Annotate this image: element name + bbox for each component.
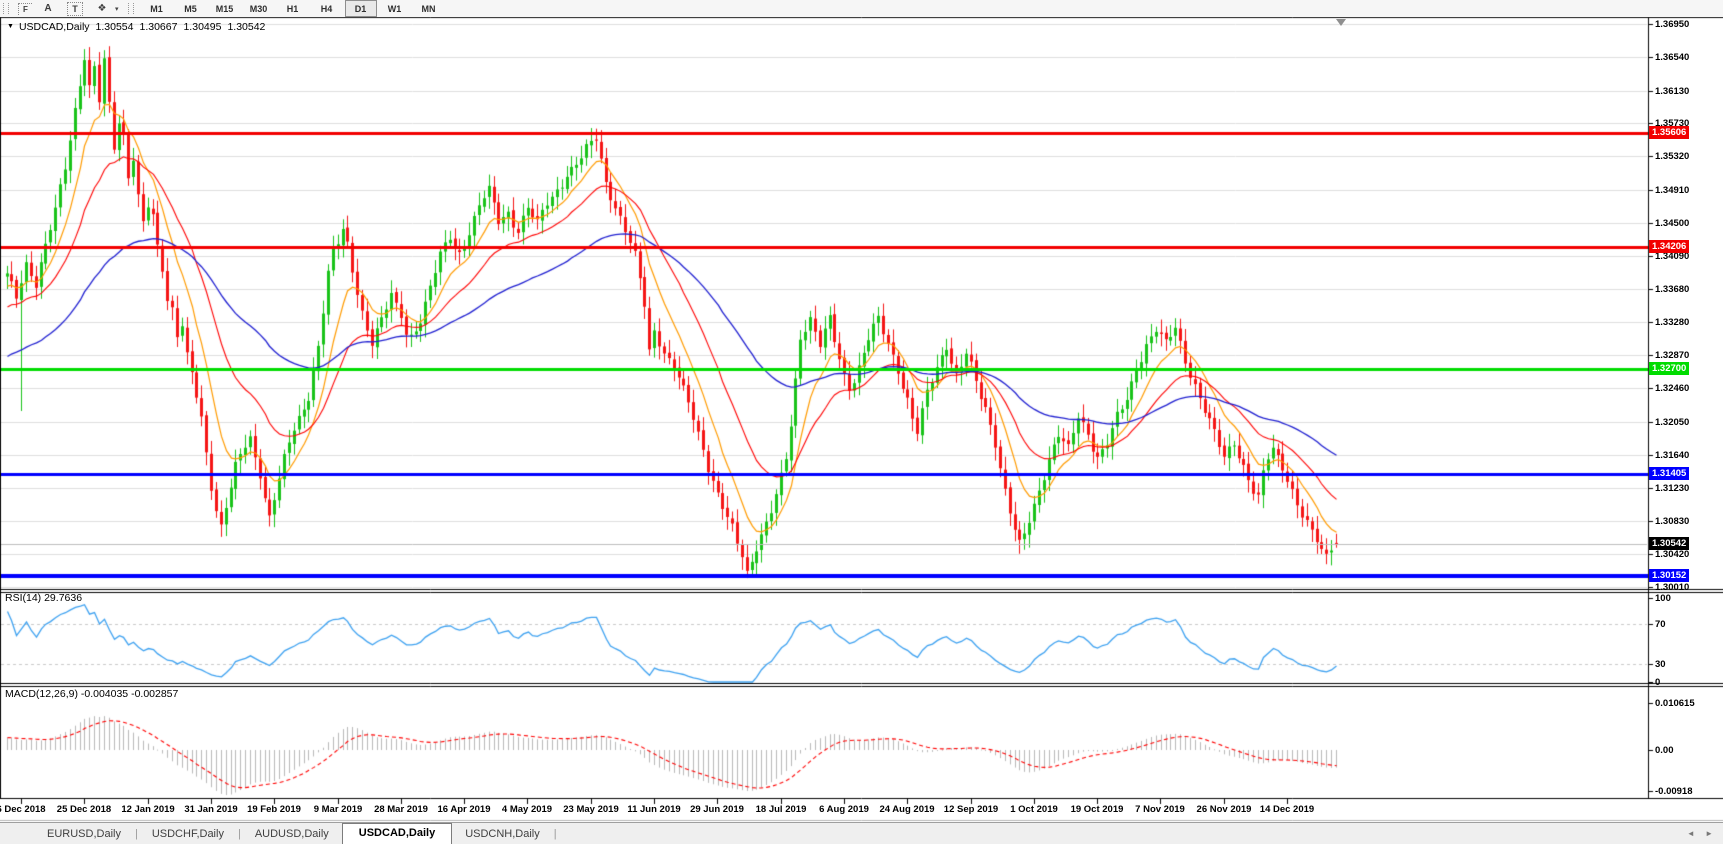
draw-text-label-tool-button[interactable]: T xyxy=(67,2,83,16)
line-price-label: 1.30152 xyxy=(1649,569,1689,582)
current-price-label: 1.30542 xyxy=(1649,537,1689,550)
date-axis-label[interactable]: 19 Feb 2019 xyxy=(247,804,301,815)
price-tick-label: 1.31640 xyxy=(1655,450,1689,461)
price-tick-label: 1.30420 xyxy=(1655,549,1689,560)
timeframe-button-m5[interactable]: M5 xyxy=(175,0,207,17)
date-axis-label[interactable]: 28 Mar 2019 xyxy=(374,804,428,815)
date-axis-label[interactable]: 12 Sep 2019 xyxy=(944,804,998,815)
date-axis-label[interactable]: 6 Dec 2018 xyxy=(0,804,46,815)
tab-audusd[interactable]: AUDUSD,Daily xyxy=(242,825,342,844)
date-axis-label[interactable]: 6 Aug 2019 xyxy=(819,804,869,815)
draw-text-tool-button[interactable]: A xyxy=(38,2,58,16)
line-price-label: 1.34206 xyxy=(1649,240,1689,253)
arrows-tool-button[interactable]: ❖ xyxy=(92,2,112,16)
tab-scroll-arrows: ◄ ► xyxy=(1679,829,1713,838)
price-tick-label: 1.32460 xyxy=(1655,383,1689,394)
toolbar-drag-handle-2[interactable] xyxy=(128,3,134,14)
tab-scroll-right-button[interactable]: ► xyxy=(1705,829,1713,838)
chart-symbol-period: USDCAD,Daily xyxy=(19,21,90,33)
price-tick-label: 1.31230 xyxy=(1655,483,1689,494)
tab-eurusd[interactable]: EURUSD,Daily xyxy=(34,825,134,844)
line-price-label: 1.32700 xyxy=(1649,362,1689,375)
line-price-label: 1.31405 xyxy=(1649,467,1689,480)
arrows-dropdown-caret[interactable]: ▾ xyxy=(115,5,119,13)
timeframe-button-m1[interactable]: M1 xyxy=(141,0,173,17)
chart-tab-bar: EURUSD,Daily|USDCHF,Daily|AUDUSD,DailyUS… xyxy=(0,822,1723,844)
line-studies-group: FAT ❖▾ xyxy=(15,2,125,16)
rsi-scale-label: 0 xyxy=(1655,677,1660,688)
date-axis-label[interactable]: 14 Dec 2019 xyxy=(1260,804,1314,815)
date-axis-label[interactable]: 25 Dec 2018 xyxy=(57,804,111,815)
date-axis-label[interactable]: 1 Oct 2019 xyxy=(1010,804,1058,815)
ohlc-open: 1.30554 xyxy=(96,21,134,33)
tab-usdcad[interactable]: USDCAD,Daily xyxy=(342,823,452,844)
ohlc-high: 1.30667 xyxy=(140,21,178,33)
macd-scale-label: 0.010615 xyxy=(1655,698,1695,709)
timeframe-button-w1[interactable]: W1 xyxy=(379,0,411,17)
chart-collapse-icon[interactable]: ▼ xyxy=(7,23,14,30)
toolbar-drag-handle[interactable] xyxy=(3,3,9,14)
timeframe-button-h1[interactable]: H1 xyxy=(277,0,309,17)
ohlc-close: 1.30542 xyxy=(227,21,265,33)
tab-usdcnh[interactable]: USDCNH,Daily xyxy=(452,825,553,844)
price-tick-label: 1.32870 xyxy=(1655,350,1689,361)
price-tick-label: 1.32050 xyxy=(1655,417,1689,428)
rsi-scale-label: 30 xyxy=(1655,659,1666,670)
date-axis-label[interactable]: 9 Mar 2019 xyxy=(314,804,363,815)
price-tick-label: 1.34500 xyxy=(1655,218,1689,229)
timeframe-button-mn[interactable]: MN xyxy=(413,0,445,17)
macd-indicator-label: MACD(12,26,9) -0.004035 -0.002857 xyxy=(5,688,178,700)
date-axis-label[interactable]: 11 Jun 2019 xyxy=(627,804,680,815)
price-tick-label: 1.30830 xyxy=(1655,516,1689,527)
toolbar: FAT ❖▾ M1M5M15M30H1H4D1W1MN xyxy=(0,0,1723,17)
macd-scale-label: 0.00 xyxy=(1655,745,1674,756)
date-axis-label[interactable]: 7 Nov 2019 xyxy=(1135,804,1185,815)
chart-title: ▼ USDCAD,Daily 1.30554 1.30667 1.30495 1.3054… xyxy=(7,21,271,33)
price-tick-label: 1.34910 xyxy=(1655,185,1689,196)
date-axis-label[interactable]: 26 Nov 2019 xyxy=(1197,804,1252,815)
tab-usdchf[interactable]: USDCHF,Daily xyxy=(139,825,237,844)
price-tick-label: 1.35320 xyxy=(1655,151,1689,162)
price-tick-label: 1.33280 xyxy=(1655,317,1689,328)
line-price-label: 1.35606 xyxy=(1649,126,1689,139)
ohlc-low: 1.30495 xyxy=(183,21,221,33)
timeframe-button-m15[interactable]: M15 xyxy=(209,0,241,17)
timeframe-button-d1[interactable]: D1 xyxy=(345,0,377,17)
rsi-scale-label: 100 xyxy=(1655,593,1671,604)
price-tick-label: 1.33680 xyxy=(1655,284,1689,295)
date-axis-label[interactable]: 31 Jan 2019 xyxy=(184,804,237,815)
date-axis-label[interactable]: 16 Apr 2019 xyxy=(438,804,491,815)
tab-separator: | xyxy=(553,828,558,844)
date-axis-label[interactable]: 4 May 2019 xyxy=(502,804,552,815)
price-tick-label: 1.36950 xyxy=(1655,19,1689,30)
price-tick-label: 1.36540 xyxy=(1655,52,1689,63)
fibonacci-retracement-tool-button[interactable]: F xyxy=(18,3,32,15)
timeframe-button-h4[interactable]: H4 xyxy=(311,0,343,17)
macd-scale-label: -0.00918 xyxy=(1655,786,1693,797)
timeframes-group: M1M5M15M30H1H4D1W1MN xyxy=(140,0,446,17)
price-tick-label: 1.36130 xyxy=(1655,86,1689,97)
price-chart-canvas[interactable] xyxy=(0,0,1723,844)
chart-shift-marker[interactable] xyxy=(1336,19,1346,26)
price-tick-label: 1.30010 xyxy=(1655,582,1689,593)
date-axis-label[interactable]: 29 Jun 2019 xyxy=(690,804,744,815)
timeframe-button-m30[interactable]: M30 xyxy=(243,0,275,17)
rsi-scale-label: 70 xyxy=(1655,619,1666,630)
rsi-indicator-label: RSI(14) 29.7636 xyxy=(5,592,82,604)
date-axis-label[interactable]: 18 Jul 2019 xyxy=(756,804,807,815)
date-axis-label[interactable]: 23 May 2019 xyxy=(563,804,618,815)
date-axis-label[interactable]: 12 Jan 2019 xyxy=(121,804,174,815)
date-axis-label[interactable]: 24 Aug 2019 xyxy=(879,804,934,815)
date-axis-label[interactable]: 19 Oct 2019 xyxy=(1071,804,1124,815)
tab-scroll-left-button[interactable]: ◄ xyxy=(1687,829,1695,838)
